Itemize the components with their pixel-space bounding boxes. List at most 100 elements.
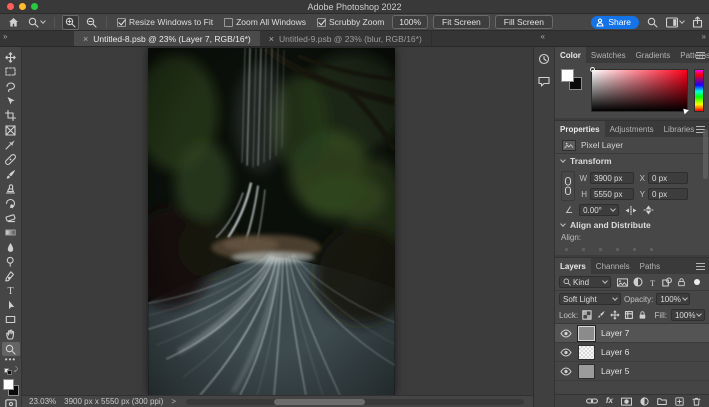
layer-mask-icon[interactable] — [621, 397, 632, 406]
delete-layer-icon[interactable] — [692, 397, 701, 406]
tool-pen[interactable] — [2, 269, 20, 284]
search-icon[interactable] — [647, 17, 658, 28]
tool-eyedropper[interactable] — [2, 138, 20, 153]
layer-effects-icon[interactable]: fx — [606, 397, 613, 405]
home-button[interactable] — [6, 16, 21, 29]
layer-thumbnail[interactable] — [578, 326, 595, 341]
tab-layers[interactable]: Layers — [555, 258, 591, 274]
tab-color[interactable]: Color — [555, 47, 586, 63]
tool-gradient[interactable] — [2, 225, 20, 240]
tool-type[interactable]: T — [2, 284, 20, 299]
tab-swatches[interactable]: Swatches — [586, 47, 631, 63]
filter-adjustment-layers-icon[interactable] — [633, 277, 643, 287]
tab-paths[interactable]: Paths — [635, 258, 665, 274]
close-tab-icon[interactable]: × — [269, 34, 274, 44]
tool-hand[interactable] — [2, 327, 20, 342]
foreground-color-swatch[interactable] — [561, 69, 574, 82]
lock-transparent-icon[interactable] — [582, 310, 592, 320]
layer-thumbnail[interactable] — [578, 345, 595, 360]
filter-pixel-layers-icon[interactable] — [617, 278, 628, 287]
eye-icon[interactable] — [560, 348, 572, 357]
tool-eraser[interactable] — [2, 211, 20, 226]
align-section-header[interactable]: Align and Distribute — [555, 218, 709, 232]
adjustment-layer-icon[interactable] — [640, 397, 649, 406]
document-image[interactable] — [148, 48, 395, 395]
tool-shape[interactable] — [2, 313, 20, 328]
filter-smart-objects-icon[interactable] — [677, 277, 686, 287]
panel-menu-icon[interactable] — [696, 263, 705, 270]
tab-untitled-9[interactable]: × Untitled-9.psb @ 23% (blur, RGB/16*) — [260, 31, 432, 46]
transform-section-header[interactable]: Transform — [555, 154, 709, 168]
workspace-switcher[interactable] — [666, 17, 684, 28]
eye-icon[interactable] — [560, 329, 572, 338]
collapse-tools-icon[interactable]: » — [3, 32, 6, 41]
lock-position-icon[interactable] — [610, 310, 620, 320]
tool-dodge[interactable] — [2, 254, 20, 269]
lock-artboard-icon[interactable] — [624, 310, 634, 320]
zoom-tool-preset[interactable] — [26, 16, 47, 29]
comments-panel-icon[interactable] — [538, 76, 550, 87]
layer-name[interactable]: Layer 7 — [601, 328, 629, 338]
hue-slider[interactable] — [694, 69, 704, 112]
fill-field[interactable]: 100% — [671, 309, 705, 321]
tool-object-selection[interactable] — [2, 94, 20, 109]
tool-frame[interactable] — [2, 123, 20, 138]
tool-path-selection[interactable] — [2, 298, 20, 313]
color-panel-swatches[interactable] — [561, 69, 585, 112]
tool-healing-brush[interactable] — [2, 152, 20, 167]
tool-history-brush[interactable] — [2, 196, 20, 211]
document-info[interactable]: 3900 px x 5550 px (300 ppi) — [64, 397, 163, 406]
link-dimensions-button[interactable] — [561, 171, 575, 201]
filter-toggle-icon[interactable] — [694, 279, 700, 285]
document-canvas[interactable] — [22, 47, 533, 395]
zoom-level[interactable]: 23.03% — [29, 397, 56, 406]
layer-row-7[interactable]: Layer 7 — [555, 324, 709, 343]
filter-kind-dropdown[interactable]: Kind — [559, 276, 611, 288]
edit-toolbar-ellipsis[interactable]: ••• — [5, 356, 16, 364]
tool-brush[interactable] — [2, 167, 20, 182]
layer-name[interactable]: Layer 5 — [601, 366, 629, 376]
history-panel-icon[interactable] — [538, 53, 550, 65]
flip-vertical-button[interactable] — [643, 205, 654, 215]
filter-type-layers-icon[interactable]: T — [648, 278, 657, 287]
share-button[interactable]: Share — [591, 16, 639, 29]
tab-adjustments[interactable]: Adjustments — [605, 121, 659, 137]
new-layer-icon[interactable] — [675, 397, 684, 406]
tab-untitled-8[interactable]: × Untitled-8.psb @ 23% (Layer 7, RGB/16*… — [74, 31, 260, 46]
fill-screen-button[interactable]: Fill Screen — [495, 15, 553, 29]
x-field[interactable]: 0 px — [648, 172, 688, 184]
layer-row-6[interactable]: Layer 6 — [555, 343, 709, 362]
screen-mode-button[interactable] — [2, 396, 20, 407]
tab-properties[interactable]: Properties — [555, 121, 605, 137]
opacity-field[interactable]: 100% — [656, 293, 690, 305]
foreground-background-swatches[interactable] — [3, 379, 19, 396]
tool-move[interactable] — [2, 50, 20, 65]
panel-menu-icon[interactable] — [696, 52, 705, 59]
fit-screen-button[interactable]: Fit Screen — [433, 15, 490, 29]
height-field[interactable]: 5550 px — [590, 188, 634, 200]
link-layers-icon[interactable] — [586, 397, 598, 405]
color-picker-marker[interactable] — [590, 67, 595, 72]
resize-windows-checkbox[interactable]: Resize Windows to Fit — [117, 17, 213, 27]
flip-horizontal-button[interactable] — [625, 206, 637, 215]
tab-libraries[interactable]: Libraries — [659, 121, 700, 137]
blend-mode-dropdown[interactable]: Soft Light — [559, 293, 621, 305]
export-icon[interactable] — [692, 16, 703, 28]
tool-clone-stamp[interactable] — [2, 181, 20, 196]
layer-thumbnail[interactable] — [578, 364, 595, 379]
zoom-100-button[interactable]: 100% — [392, 15, 428, 29]
horizontal-scrollbar[interactable] — [186, 399, 524, 405]
eye-icon[interactable] — [560, 367, 572, 376]
tool-marquee[interactable] — [2, 65, 20, 80]
y-field[interactable]: 0 px — [648, 188, 688, 200]
lock-all-icon[interactable] — [638, 310, 647, 320]
tool-lasso[interactable] — [2, 79, 20, 94]
layer-row-5[interactable]: Layer 5 — [555, 362, 709, 381]
rotation-angle-field[interactable]: 0.00° — [579, 204, 619, 216]
lock-pixels-icon[interactable] — [596, 310, 606, 320]
scrubby-zoom-checkbox[interactable]: Scrubby Zoom — [317, 17, 384, 27]
tab-channels[interactable]: Channels — [591, 258, 635, 274]
close-tab-icon[interactable]: × — [83, 34, 88, 44]
tool-crop[interactable] — [2, 108, 20, 123]
zoom-in-button[interactable] — [62, 15, 79, 30]
